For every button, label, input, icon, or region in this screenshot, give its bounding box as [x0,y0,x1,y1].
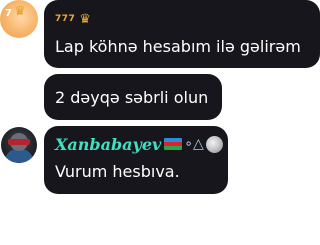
message-text: 2 dəyqə səbrli olun [55,88,209,107]
message-bubble[interactable]: Xanbabayev ∘△ Vurum hesbıva. [44,126,228,194]
avatar-figure-body [5,149,33,163]
user-avatar-777[interactable]: 7 ♛ [0,0,38,38]
sender-row: 777 ♛ [55,9,91,29]
message-text: Vurum hesbıva. [55,162,180,181]
triangle-symbol-icon: ∘△ [184,136,204,152]
avatar-figure-mask [8,139,30,145]
moon-icon [205,135,223,153]
sender-name[interactable]: Xanbabayev [55,135,161,154]
azerbaijan-flag-icon [164,138,183,150]
crown-icon: ♛ [79,11,91,27]
message-bubble[interactable]: 777 ♛ Lap köhnə hesabım ilə gəlirəm [44,0,320,68]
user-avatar-xanbabayev[interactable] [1,127,37,163]
sender-name[interactable]: 777 [55,14,75,24]
chat-thread: 7 ♛ 777 ♛ Lap köhnə hesabım ilə gəlirəm … [0,0,320,245]
sender-row: Xanbabayev ∘△ [55,134,223,154]
avatar-badge-number: 7 [5,8,12,19]
message-text: Lap köhnə hesabım ilə gəlirəm [55,37,301,56]
message-bubble[interactable]: 2 dəyqə səbrli olun [44,74,222,120]
avatar-crown-icon: ♛ [14,4,26,19]
